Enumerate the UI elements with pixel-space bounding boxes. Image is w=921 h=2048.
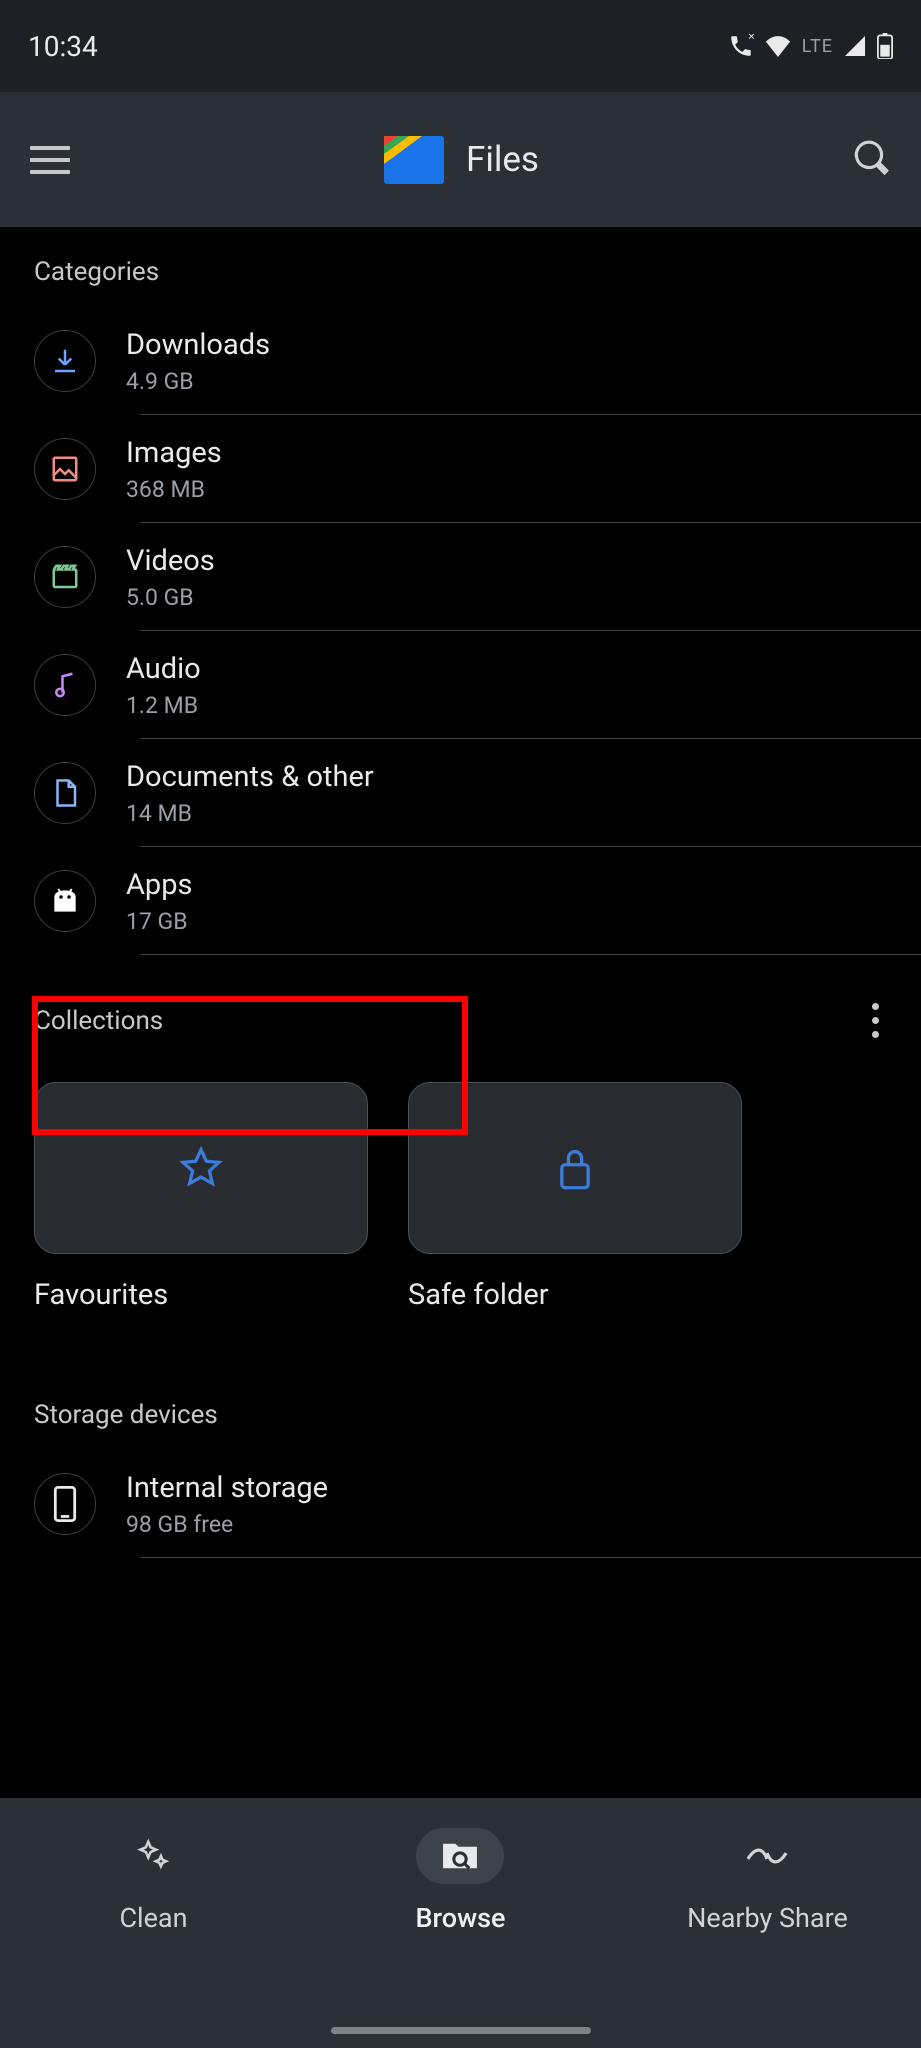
- bottom-nav: Clean Browse Nearby Share: [0, 1798, 921, 2048]
- gesture-bar[interactable]: [331, 2027, 591, 2034]
- category-images[interactable]: Images 368 MB: [0, 415, 921, 523]
- status-bar: 10:34 LTE: [0, 0, 921, 92]
- status-time: 10:34: [28, 30, 98, 63]
- category-size: 368 MB: [126, 476, 901, 503]
- content-area: Categories Downloads 4.9 GB Images 368 M…: [0, 227, 921, 1798]
- audio-icon: [34, 654, 96, 716]
- category-name: Audio: [126, 652, 901, 686]
- sparkle-icon: [134, 1837, 172, 1875]
- category-name: Images: [126, 436, 901, 470]
- collections-header: Collections: [0, 955, 921, 1064]
- app-title: Files: [466, 139, 539, 180]
- storage-detail: 98 GB free: [126, 1511, 901, 1538]
- phone-icon: [34, 1473, 96, 1535]
- category-audio[interactable]: Audio 1.2 MB: [0, 631, 921, 739]
- apps-icon: [34, 870, 96, 932]
- browse-icon: [440, 1837, 480, 1875]
- storage-name: Internal storage: [126, 1471, 901, 1505]
- nav-label: Clean: [119, 1902, 187, 1934]
- collections-more-button[interactable]: [864, 995, 887, 1046]
- wifi-calling-icon: [728, 33, 754, 59]
- collection-label: Favourites: [34, 1278, 368, 1312]
- storage-heading: Storage devices: [0, 1370, 921, 1450]
- search-icon: [853, 139, 891, 177]
- collection-safe-folder[interactable]: Safe folder: [408, 1082, 742, 1312]
- categories-heading: Categories: [0, 227, 921, 307]
- battery-icon: [877, 33, 893, 59]
- category-name: Videos: [126, 544, 901, 578]
- category-size: 14 MB: [126, 800, 901, 827]
- category-documents[interactable]: Documents & other 14 MB: [0, 739, 921, 847]
- category-apps[interactable]: Apps 17 GB: [0, 847, 921, 955]
- network-type-label: LTE: [802, 36, 833, 57]
- video-icon: [34, 546, 96, 608]
- category-name: Downloads: [126, 328, 901, 362]
- nav-label: Browse: [416, 1902, 506, 1934]
- star-icon: [179, 1146, 223, 1190]
- nav-browse[interactable]: Browse: [309, 1828, 613, 1934]
- download-icon: [34, 330, 96, 392]
- app-title-group: Files: [384, 136, 539, 184]
- app-bar: Files: [0, 92, 921, 227]
- nav-clean[interactable]: Clean: [2, 1828, 306, 1934]
- category-name: Apps: [126, 868, 901, 902]
- collection-favourites[interactable]: Favourites: [34, 1082, 368, 1312]
- category-size: 4.9 GB: [126, 368, 901, 395]
- signal-icon: [843, 34, 867, 58]
- image-icon: [34, 438, 96, 500]
- category-size: 17 GB: [126, 908, 901, 935]
- storage-internal[interactable]: Internal storage 98 GB free: [0, 1450, 921, 1558]
- document-icon: [34, 762, 96, 824]
- category-videos[interactable]: Videos 5.0 GB: [0, 523, 921, 631]
- collection-label: Safe folder: [408, 1278, 742, 1312]
- status-indicators: LTE: [728, 33, 893, 59]
- category-downloads[interactable]: Downloads 4.9 GB: [0, 307, 921, 415]
- nearby-share-icon: [745, 1843, 789, 1869]
- category-size: 1.2 MB: [126, 692, 901, 719]
- files-logo-icon: [384, 136, 444, 184]
- categories-list: Downloads 4.9 GB Images 368 MB Videos 5.…: [0, 307, 921, 955]
- wifi-icon: [764, 35, 792, 57]
- menu-button[interactable]: [30, 146, 70, 174]
- search-button[interactable]: [853, 139, 891, 181]
- lock-icon: [555, 1145, 595, 1191]
- category-name: Documents & other: [126, 760, 901, 794]
- nav-label: Nearby Share: [687, 1902, 848, 1934]
- collections-row: Favourites Safe folder: [0, 1064, 921, 1312]
- collections-heading: Collections: [34, 1006, 163, 1036]
- nav-nearby-share[interactable]: Nearby Share: [616, 1828, 920, 1934]
- category-size: 5.0 GB: [126, 584, 901, 611]
